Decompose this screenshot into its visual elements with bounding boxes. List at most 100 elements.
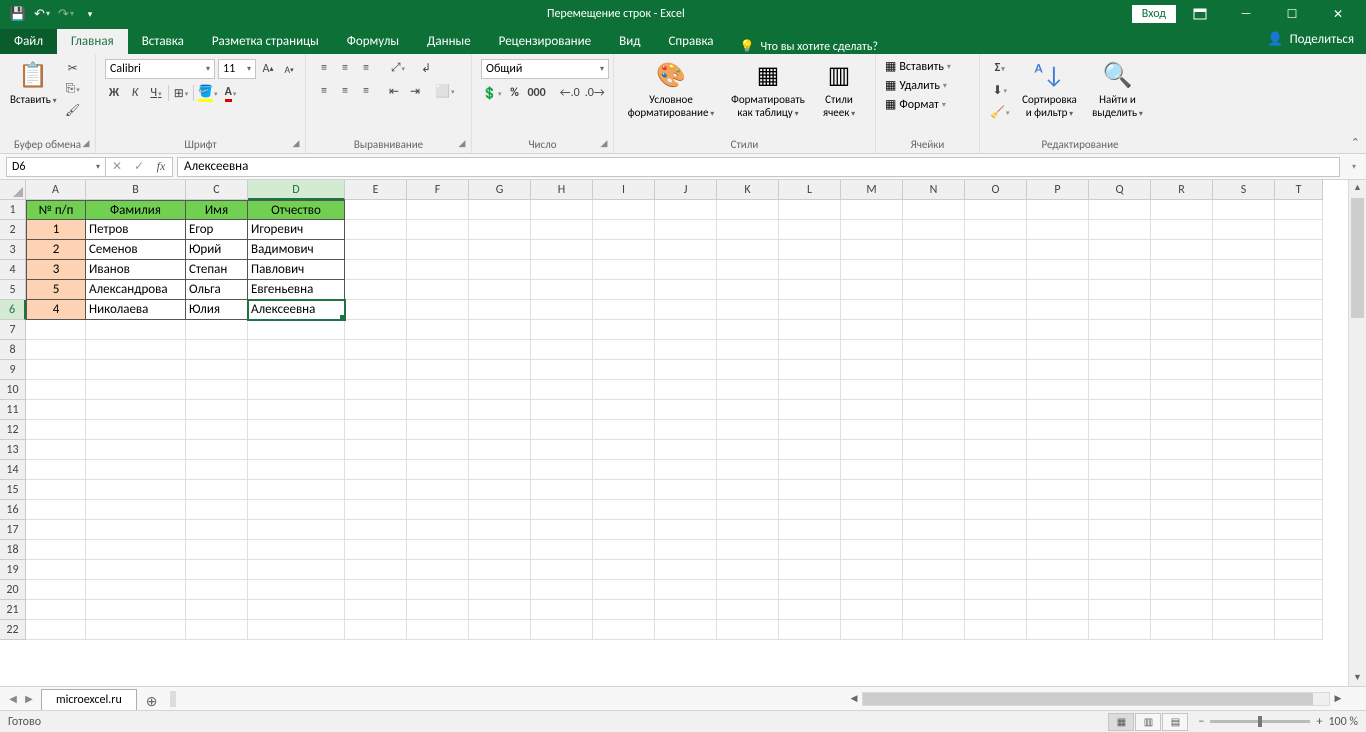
cell[interactable] xyxy=(1275,280,1323,300)
cell[interactable] xyxy=(1275,600,1323,620)
cell[interactable] xyxy=(1089,620,1151,640)
minimize-button[interactable]: — xyxy=(1224,0,1268,28)
cell[interactable] xyxy=(1213,400,1275,420)
cell[interactable] xyxy=(593,400,655,420)
cell[interactable]: Юлия xyxy=(186,300,248,320)
cell[interactable] xyxy=(779,540,841,560)
cell[interactable] xyxy=(345,460,407,480)
align-middle-icon[interactable]: ≡ xyxy=(336,59,354,77)
cell[interactable] xyxy=(345,500,407,520)
cell[interactable] xyxy=(1027,440,1089,460)
cell[interactable] xyxy=(248,360,345,380)
cell[interactable] xyxy=(1027,620,1089,640)
currency-icon[interactable]: 💲 xyxy=(481,84,502,102)
cell[interactable] xyxy=(1027,500,1089,520)
cell[interactable] xyxy=(593,620,655,640)
cell[interactable] xyxy=(779,560,841,580)
cell[interactable] xyxy=(1151,300,1213,320)
cell[interactable] xyxy=(965,460,1027,480)
cell[interactable] xyxy=(1275,340,1323,360)
cell[interactable] xyxy=(26,400,86,420)
col-header[interactable]: L xyxy=(779,180,841,200)
cell[interactable] xyxy=(779,340,841,360)
cell[interactable] xyxy=(469,480,531,500)
row-header[interactable]: 4 xyxy=(0,260,26,280)
cell[interactable] xyxy=(186,560,248,580)
row-header[interactable]: 8 xyxy=(0,340,26,360)
col-header[interactable]: C xyxy=(186,180,248,200)
tab-разметка страницы[interactable]: Разметка страницы xyxy=(198,29,333,54)
cell[interactable] xyxy=(903,560,965,580)
cell[interactable] xyxy=(655,460,717,480)
cell[interactable] xyxy=(469,200,531,220)
cell[interactable] xyxy=(86,460,186,480)
align-right-icon[interactable]: ≡ xyxy=(357,82,375,100)
cell[interactable] xyxy=(469,440,531,460)
zoom-out-button[interactable]: − xyxy=(1198,715,1204,729)
row-header[interactable]: 1 xyxy=(0,200,26,220)
cut-icon[interactable]: ✂ xyxy=(64,59,82,77)
cell[interactable] xyxy=(26,540,86,560)
cell[interactable] xyxy=(531,560,593,580)
row-header[interactable]: 19 xyxy=(0,560,26,580)
cell[interactable] xyxy=(407,420,469,440)
cell[interactable] xyxy=(1151,280,1213,300)
cell[interactable] xyxy=(717,620,779,640)
cell[interactable] xyxy=(779,380,841,400)
cell[interactable] xyxy=(186,340,248,360)
cell[interactable] xyxy=(248,600,345,620)
clipboard-launcher[interactable]: ◢ xyxy=(80,138,92,150)
cell[interactable] xyxy=(655,600,717,620)
cell[interactable] xyxy=(86,380,186,400)
cell[interactable] xyxy=(186,400,248,420)
font-launcher[interactable]: ◢ xyxy=(290,138,302,150)
font-name-combo[interactable]: Calibri▾ xyxy=(105,59,215,79)
cell[interactable] xyxy=(469,540,531,560)
cell[interactable] xyxy=(345,320,407,340)
cell[interactable]: Отчество xyxy=(248,200,345,220)
cell[interactable] xyxy=(717,520,779,540)
cell[interactable] xyxy=(248,560,345,580)
cell[interactable]: Имя xyxy=(186,200,248,220)
cell[interactable] xyxy=(1275,220,1323,240)
cell[interactable] xyxy=(1027,200,1089,220)
merge-icon[interactable]: ⬜ xyxy=(434,82,455,100)
cell[interactable]: № п/п xyxy=(26,200,86,220)
cell[interactable] xyxy=(26,620,86,640)
cell[interactable] xyxy=(593,260,655,280)
tab-формулы[interactable]: Формулы xyxy=(333,29,413,54)
cell[interactable] xyxy=(248,340,345,360)
cell[interactable] xyxy=(531,420,593,440)
scroll-left-icon[interactable]: ◀ xyxy=(846,693,862,704)
col-header[interactable]: G xyxy=(469,180,531,200)
cell[interactable] xyxy=(965,240,1027,260)
cell[interactable] xyxy=(345,480,407,500)
row-header[interactable]: 5 xyxy=(0,280,26,300)
cell[interactable]: 3 xyxy=(26,260,86,280)
cell[interactable] xyxy=(1089,600,1151,620)
zoom-level[interactable]: 100 % xyxy=(1328,715,1358,729)
cell[interactable] xyxy=(903,400,965,420)
row-header[interactable]: 7 xyxy=(0,320,26,340)
cell[interactable] xyxy=(26,420,86,440)
alignment-launcher[interactable]: ◢ xyxy=(456,138,468,150)
cell[interactable] xyxy=(965,220,1027,240)
col-header[interactable]: Q xyxy=(1089,180,1151,200)
align-bottom-icon[interactable]: ≡ xyxy=(357,59,375,77)
cell[interactable] xyxy=(531,540,593,560)
cell[interactable] xyxy=(717,600,779,620)
cell[interactable] xyxy=(1089,560,1151,580)
cell[interactable] xyxy=(345,340,407,360)
cell[interactable] xyxy=(1027,580,1089,600)
cell[interactable] xyxy=(1027,280,1089,300)
cell[interactable] xyxy=(841,260,903,280)
tab-split-handle[interactable] xyxy=(170,691,176,707)
cell[interactable] xyxy=(407,380,469,400)
wrap-text-icon[interactable]: ↲ xyxy=(417,59,435,77)
tab-рецензирование[interactable]: Рецензирование xyxy=(485,29,605,54)
cell[interactable] xyxy=(1275,420,1323,440)
increase-indent-icon[interactable]: ⇥ xyxy=(406,82,424,100)
cell[interactable] xyxy=(1027,460,1089,480)
cell[interactable] xyxy=(1213,440,1275,460)
number-format-combo[interactable]: Общий▾ xyxy=(481,59,609,79)
